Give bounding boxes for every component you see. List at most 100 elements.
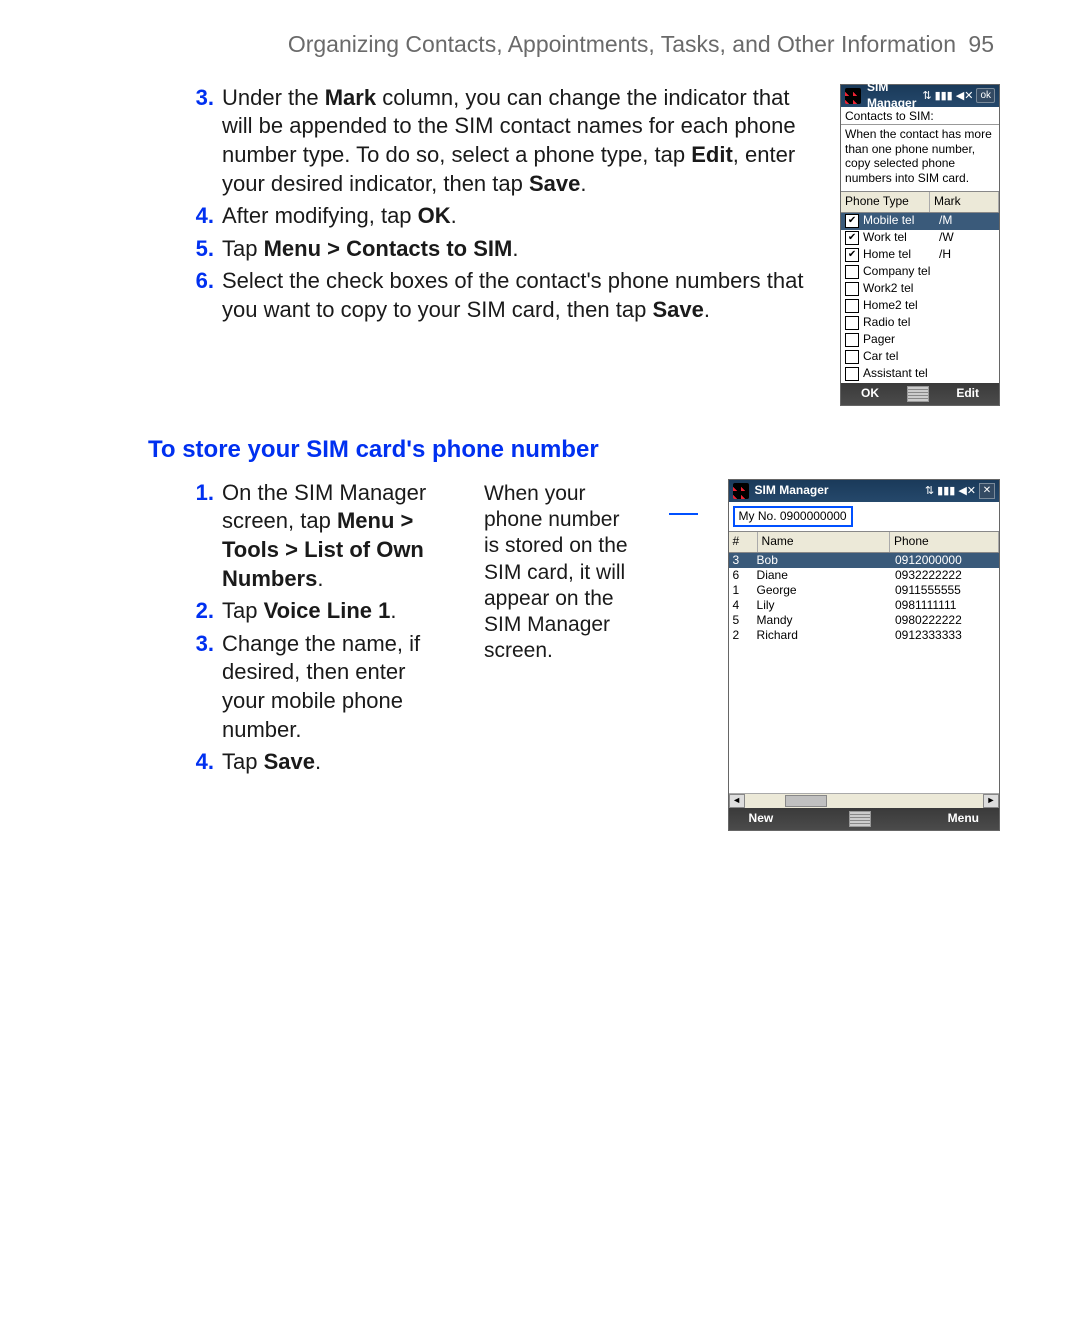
phone-type-row[interactable]: Pager <box>841 332 999 349</box>
row-label: Assistant tel <box>863 366 939 382</box>
close-icon[interactable]: ✕ <box>979 483 995 499</box>
contact-row[interactable]: 2Richard0912333333 <box>729 628 999 643</box>
row-label: Work tel <box>863 230 939 246</box>
row-phone: 0932222222 <box>895 568 995 584</box>
step-b2: 2. Tap Voice Line 1. <box>184 597 444 626</box>
fig1-titlebar: SIM Manager ⇅ ▮▮▮ ◀✕ ok <box>841 85 999 107</box>
fig1-softbar: OK Edit <box>841 383 999 405</box>
keyboard-icon[interactable] <box>907 386 929 402</box>
softkey-menu[interactable]: Menu <box>948 811 979 827</box>
phone-type-row[interactable]: Work2 tel <box>841 281 999 298</box>
section-heading: To store your SIM card's phone number <box>148 434 1000 465</box>
phone-type-row[interactable]: Company tel <box>841 264 999 281</box>
row-label: Home tel <box>863 247 939 263</box>
col-index: # <box>729 532 758 552</box>
figure-sim-manager-list: SIM Manager ⇅ ▮▮▮ ◀✕ ✕ My No. 0900000000… <box>728 479 1000 831</box>
row-phone: 0980222222 <box>895 613 995 629</box>
phone-type-row[interactable]: Assistant tel <box>841 366 999 383</box>
row-phone: 0981111111 <box>895 598 995 614</box>
phone-type-row[interactable]: Car tel <box>841 349 999 366</box>
horizontal-scrollbar[interactable]: ◄ ► <box>729 793 999 808</box>
checkbox-icon[interactable] <box>845 333 859 347</box>
row-mark: /M <box>939 213 999 229</box>
page-header: Organizing Contacts, Appointments, Tasks… <box>100 30 1000 60</box>
volume-icon: ◀✕ <box>958 484 976 498</box>
figure-sim-manager-contacts: SIM Manager ⇅ ▮▮▮ ◀✕ ok Contacts to SIM:… <box>840 84 1000 406</box>
header-title: Organizing Contacts, Appointments, Tasks… <box>288 31 956 57</box>
col-phone: Phone <box>890 532 999 552</box>
fig2-rows: 3Bob09120000006Diane09322222221George091… <box>729 553 999 643</box>
contact-row[interactable]: 5Mandy0980222222 <box>729 613 999 628</box>
signal-icon: ▮▮▮ <box>935 89 953 103</box>
checkbox-icon[interactable] <box>845 316 859 330</box>
row-index: 3 <box>733 553 753 569</box>
windows-flag-icon <box>845 88 861 104</box>
row-mark: /H <box>939 247 999 263</box>
checkbox-icon[interactable] <box>845 265 859 279</box>
fig2-titlebar: SIM Manager ⇅ ▮▮▮ ◀✕ ✕ <box>729 480 999 502</box>
row-mark: /W <box>939 230 999 246</box>
fig1-title: SIM Manager <box>867 80 916 111</box>
row-phone: 0911555555 <box>895 583 995 599</box>
fig1-description: When the contact has more than one phone… <box>841 125 999 191</box>
row-label: Company tel <box>863 264 939 280</box>
col-mark: Mark <box>930 192 999 212</box>
step-6: 6. Select the check boxes of the contact… <box>184 267 810 324</box>
row-phone: 0912000000 <box>895 553 995 569</box>
row-index: 1 <box>733 583 753 599</box>
step-4: 4. After modifying, tap OK. <box>184 202 810 231</box>
phone-type-row[interactable]: ✔ Home tel/H <box>841 247 999 264</box>
step-b4: 4. Tap Save. <box>184 748 444 777</box>
row-label: Home2 tel <box>863 298 939 314</box>
scroll-right-icon[interactable]: ► <box>983 794 999 808</box>
softkey-ok[interactable]: OK <box>861 386 879 402</box>
contact-row[interactable]: 4Lily0981111111 <box>729 598 999 613</box>
row-name: Lily <box>753 598 895 614</box>
checkbox-icon[interactable]: ✔ <box>845 231 859 245</box>
contact-row[interactable]: 1George0911555555 <box>729 583 999 598</box>
sync-icon: ⇅ <box>925 484 934 498</box>
row-name: Richard <box>753 628 895 644</box>
checkbox-icon[interactable] <box>845 350 859 364</box>
fig2-title: SIM Manager <box>755 483 919 499</box>
scroll-left-icon[interactable]: ◄ <box>729 794 745 808</box>
checkbox-icon[interactable]: ✔ <box>845 214 859 228</box>
checkbox-icon[interactable] <box>845 282 859 296</box>
steps-a: 3. Under the Mark column, you can change… <box>184 84 810 329</box>
row-index: 2 <box>733 628 753 644</box>
row-label: Mobile tel <box>863 213 939 229</box>
step-3: 3. Under the Mark column, you can change… <box>184 84 810 198</box>
phone-type-row[interactable]: ✔ Mobile tel/M <box>841 213 999 230</box>
page-number: 95 <box>968 31 994 57</box>
checkbox-icon[interactable] <box>845 367 859 381</box>
contact-row[interactable]: 6Diane0932222222 <box>729 568 999 583</box>
my-number-field[interactable]: My No. 0900000000 <box>733 506 853 528</box>
contact-row[interactable]: 3Bob0912000000 <box>729 553 999 568</box>
phone-type-row[interactable]: Radio tel <box>841 315 999 332</box>
keyboard-icon[interactable] <box>849 811 871 827</box>
step-b3: 3. Change the name, if desired, then ent… <box>184 630 444 744</box>
checkbox-icon[interactable]: ✔ <box>845 248 859 262</box>
row-label: Radio tel <box>863 315 939 331</box>
softkey-edit[interactable]: Edit <box>956 386 979 402</box>
ok-badge[interactable]: ok <box>976 88 995 103</box>
row-label: Work2 tel <box>863 281 939 297</box>
row-index: 5 <box>733 613 753 629</box>
callout-leader-line <box>669 513 698 515</box>
sync-icon: ⇅ <box>922 89 931 103</box>
row-phone: 0912333333 <box>895 628 995 644</box>
scroll-thumb[interactable] <box>785 795 827 807</box>
checkbox-icon[interactable] <box>845 299 859 313</box>
softkey-new[interactable]: New <box>749 811 774 827</box>
phone-type-row[interactable]: Home2 tel <box>841 298 999 315</box>
steps-b: 1. On the SIM Manager screen, tap Menu >… <box>184 479 444 781</box>
fig2-softbar: New Menu <box>729 808 999 830</box>
fig1-grid-header: Phone Type Mark <box>841 191 999 213</box>
step-b1: 1. On the SIM Manager screen, tap Menu >… <box>184 479 444 593</box>
row-index: 6 <box>733 568 753 584</box>
phone-type-row[interactable]: ✔ Work tel/W <box>841 230 999 247</box>
row-name: Bob <box>753 553 895 569</box>
row-label: Car tel <box>863 349 939 365</box>
fig1-rows: ✔ Mobile tel/M ✔ Work tel/W ✔ Home tel/HCompa… <box>841 213 999 383</box>
fig2-grid-header: # Name Phone <box>729 531 999 553</box>
